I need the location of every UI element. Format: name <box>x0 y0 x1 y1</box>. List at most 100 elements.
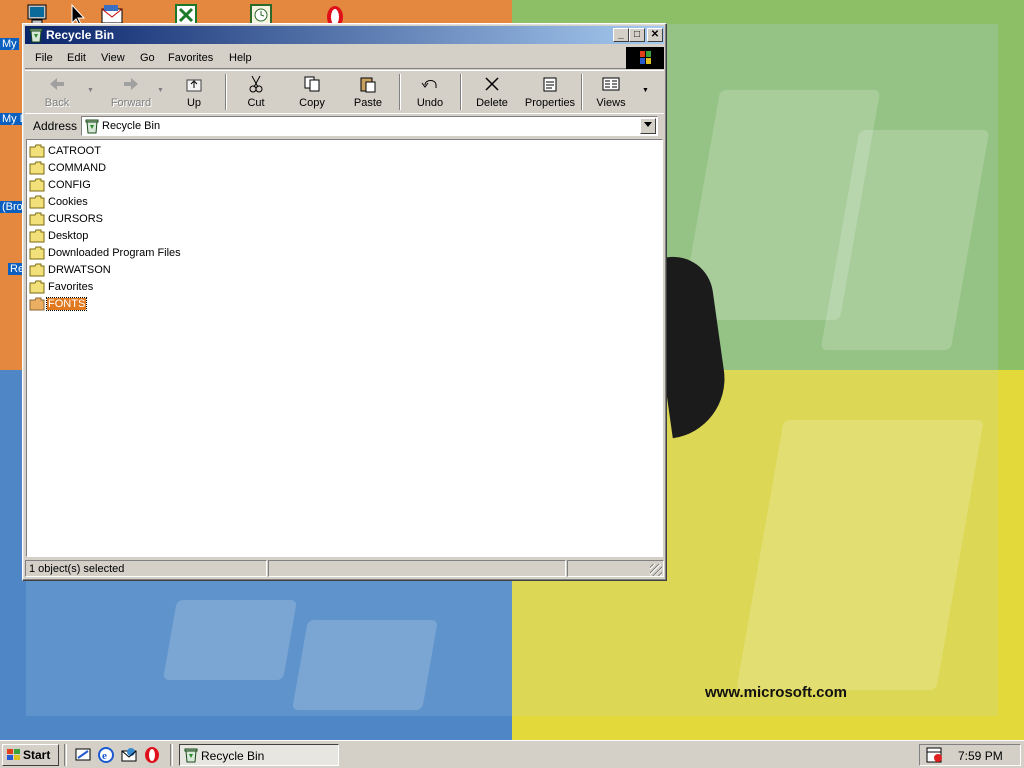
folder-icon <box>29 246 45 260</box>
taskbar: Start e Recycle Bin 7:59 PM <box>0 740 1024 768</box>
views-icon <box>602 77 620 91</box>
taskbar-separator <box>170 744 173 766</box>
menu-view[interactable]: View <box>101 52 125 64</box>
toolbar-separator <box>225 74 227 110</box>
file-name: Downloaded Program Files <box>48 247 181 259</box>
folder-icon <box>29 280 45 294</box>
properties-icon <box>543 77 557 92</box>
minimize-icon: _ <box>618 29 624 40</box>
menu-go[interactable]: Go <box>140 52 155 64</box>
forward-label: Forward <box>110 97 152 109</box>
window-title: Recycle Bin <box>46 28 115 42</box>
title-bar[interactable]: Recycle Bin _ □ ✕ <box>25 26 664 44</box>
paste-label: Paste <box>353 97 383 109</box>
start-button[interactable]: Start <box>2 744 59 766</box>
views-dropdown-icon[interactable]: ▼ <box>642 87 649 94</box>
show-desktop-icon[interactable] <box>74 746 92 764</box>
undo-button[interactable]: Undo <box>404 73 456 111</box>
folder-icon <box>29 195 45 209</box>
toolbar-separator <box>460 74 462 110</box>
menu-bar: File Edit View Go Favorites Help <box>25 46 664 69</box>
folder-icon <box>29 263 45 277</box>
file-name: DRWATSON <box>48 264 111 276</box>
svg-text:e: e <box>102 750 107 762</box>
address-dropdown-button[interactable] <box>640 118 656 134</box>
wallpaper-pane <box>162 600 298 680</box>
properties-button[interactable]: Properties <box>519 73 581 111</box>
undo-label: Undo <box>416 97 444 109</box>
file-list[interactable]: CATROOT COMMAND CONFIG Cookies CURSORS D… <box>26 139 663 557</box>
opera-icon[interactable] <box>143 746 161 764</box>
folder-icon <box>29 144 45 158</box>
file-name: Desktop <box>48 230 89 242</box>
start-label: Start <box>23 748 51 762</box>
maximize-button[interactable]: □ <box>629 28 645 42</box>
paste-icon <box>360 77 376 93</box>
internet-explorer-icon[interactable]: e <box>97 746 115 764</box>
scheduler-tray-icon[interactable] <box>926 747 944 763</box>
chevron-down-icon <box>644 122 652 127</box>
menu-favorites[interactable]: Favorites <box>168 52 213 64</box>
menu-edit[interactable]: Edit <box>67 52 86 64</box>
folder-icon <box>29 229 45 243</box>
copy-label: Copy <box>299 97 325 109</box>
windows-flag-icon <box>7 749 20 760</box>
paste-button[interactable]: Paste <box>342 73 394 111</box>
folder-icon <box>29 212 45 226</box>
forward-button[interactable]: Forward <box>100 73 162 111</box>
file-name: CURSORS <box>48 213 104 225</box>
back-label: Back <box>44 97 70 109</box>
address-bar: Address Recycle Bin <box>25 113 664 138</box>
close-button[interactable]: ✕ <box>647 28 663 42</box>
maximize-icon: □ <box>633 29 641 40</box>
undo-icon <box>421 80 437 88</box>
delete-label: Delete <box>476 97 508 109</box>
address-value: Recycle Bin <box>102 120 161 132</box>
resize-grip-icon[interactable] <box>650 564 662 576</box>
close-icon: ✕ <box>650 29 660 40</box>
up-folder-icon <box>186 79 202 92</box>
properties-label: Properties <box>524 97 576 109</box>
copy-button[interactable]: Copy <box>286 73 338 111</box>
wallpaper-pane <box>292 620 438 710</box>
delete-button[interactable]: Delete <box>466 73 518 111</box>
copy-icon <box>304 76 320 92</box>
folder-icon <box>29 297 45 311</box>
folder-icon <box>29 178 45 192</box>
minimize-button[interactable]: _ <box>613 28 629 42</box>
menu-file[interactable]: File <box>35 52 53 64</box>
recycle-bin-icon <box>184 748 198 763</box>
up-button[interactable]: Up <box>168 73 220 111</box>
back-dropdown-icon[interactable]: ▼ <box>87 87 94 94</box>
scissors-icon <box>249 75 263 93</box>
desktop-icon-label[interactable]: My <box>0 38 19 50</box>
taskbar-button-recycle-bin[interactable]: Recycle Bin <box>179 744 339 766</box>
delete-x-icon <box>485 77 499 91</box>
system-tray: 7:59 PM <box>919 744 1021 766</box>
outlook-express-icon[interactable] <box>120 746 138 764</box>
windows-logo-icon <box>626 47 664 69</box>
cut-button[interactable]: Cut <box>230 73 282 111</box>
file-name: CONFIG <box>48 179 91 191</box>
toolbar-separator <box>581 74 583 110</box>
recycle-bin-icon <box>29 28 43 43</box>
views-label: Views <box>596 97 626 109</box>
forward-arrow-icon <box>124 78 138 90</box>
views-button[interactable]: Views <box>585 73 637 111</box>
back-arrow-icon <box>50 78 64 90</box>
recycle-bin-window: Recycle Bin _ □ ✕ File Edit View Go Favo… <box>22 23 667 581</box>
status-text-panel: 1 object(s) selected <box>25 560 267 577</box>
address-input[interactable]: Recycle Bin <box>81 116 658 136</box>
menu-help[interactable]: Help <box>229 52 252 64</box>
back-button[interactable]: Back <box>31 73 83 111</box>
standard-toolbar: Back ▼ Forward ▼ Up Cut Copy Paste Undo <box>25 70 664 114</box>
wallpaper-url: www.microsoft.com <box>705 684 847 701</box>
file-name: Cookies <box>48 196 88 208</box>
cut-label: Cut <box>247 97 265 109</box>
status-text: 1 object(s) selected <box>29 563 125 575</box>
file-name: CATROOT <box>48 145 101 157</box>
forward-dropdown-icon[interactable]: ▼ <box>157 87 164 94</box>
status-panel <box>268 560 566 577</box>
taskbar-separator <box>64 744 67 766</box>
clock[interactable]: 7:59 PM <box>958 749 1003 763</box>
